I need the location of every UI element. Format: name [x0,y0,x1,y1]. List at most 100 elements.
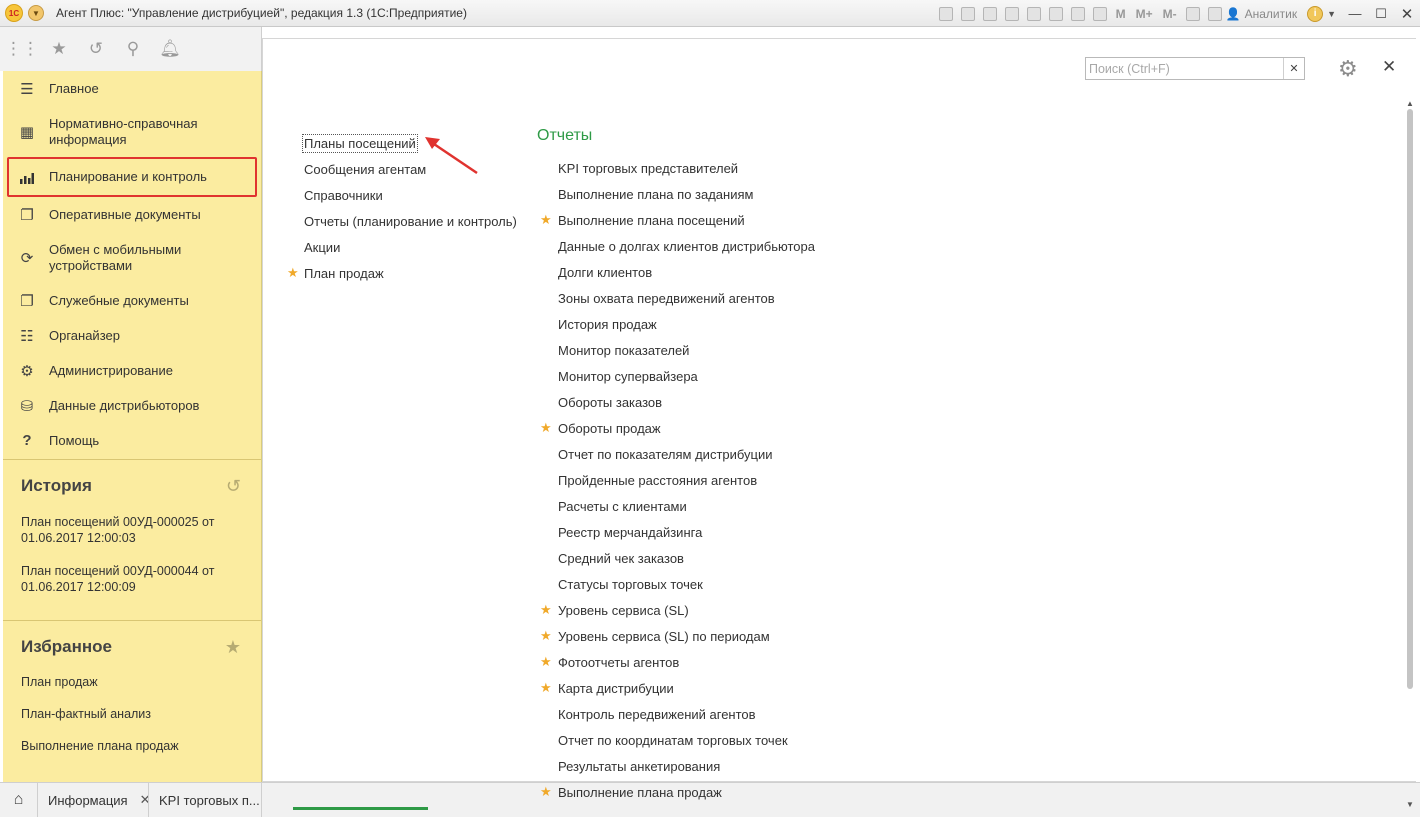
star-icon[interactable]: ★ [540,602,552,618]
save-icon[interactable] [938,6,953,21]
star-icon[interactable]: ★ [540,784,552,800]
memory-plus-button[interactable]: M+ [1136,7,1153,21]
sidebar-item-operative-docs[interactable]: ❐ Оперативные документы [3,197,261,232]
report-item[interactable]: Пройденные расстояния агентов [537,467,815,493]
history-item[interactable]: План посещений 00УД-000025 от 01.06.2017… [21,514,236,546]
zoom-icon[interactable] [1185,6,1200,21]
report-item[interactable]: Отчет по показателям дистрибуции [537,441,815,467]
settings-gear-icon[interactable]: ⚙ [1338,56,1358,82]
history-icon[interactable]: ↺ [86,39,106,59]
clear-search-button[interactable]: ✕ [1283,58,1304,79]
preview-icon[interactable] [982,6,997,21]
spreadsheet-icon[interactable] [1048,6,1063,21]
sync-icon: ⟳ [20,249,34,267]
favorite-item[interactable]: План-фактный анализ [21,707,243,721]
minimize-button[interactable]: — [1342,6,1368,21]
sidebar-item-service-docs[interactable]: ❐ Служебные документы [3,283,261,318]
vertical-scrollbar[interactable]: ▲ ▼ [1404,99,1416,809]
star-icon[interactable]: ★ [540,420,552,436]
report-item[interactable]: Средний чек заказов [537,545,815,571]
report-item[interactable]: Данные о долгах клиентов дистрибьютора [537,233,815,259]
document-icon[interactable] [1026,6,1041,21]
calendar-icon[interactable] [1070,6,1085,21]
star-icon[interactable]: ★ [540,680,552,696]
star-icon[interactable]: ★ [540,654,552,670]
info-icon[interactable]: i [1307,5,1324,22]
sidebar-item-administration[interactable]: ⚙ Администрирование [3,353,261,388]
report-item[interactable]: Долги клиентов [537,259,815,285]
report-item[interactable]: ★ Выполнение плана посещений [537,207,815,233]
report-item[interactable]: ★ Обороты продаж [537,415,815,441]
report-item[interactable]: Обороты заказов [537,389,815,415]
documents-icon: ❐ [20,206,34,224]
search-icon[interactable]: ⚲ [123,39,143,59]
report-item[interactable]: Монитор показателей [537,337,815,363]
sidebar-item-organizer[interactable]: ☷ Органайзер [3,318,261,353]
report-label: Расчеты с клиентами [558,498,687,514]
memory-minus-button[interactable]: M- [1163,7,1177,21]
sidebar-item-reference-info[interactable]: ▦ Нормативно-справочная информация [3,106,261,157]
report-item[interactable]: ★ Фотоотчеты агентов [537,649,815,675]
report-item[interactable]: Зоны охвата передвижений агентов [537,285,815,311]
report-item[interactable]: Контроль передвижений агентов [537,701,815,727]
star-icon[interactable]: ★ [540,628,552,644]
favorite-item[interactable]: Выполнение плана продаж [21,739,243,753]
memory-m-button[interactable]: M [1116,7,1126,21]
report-item[interactable]: Результаты анкетирования [537,753,815,779]
favorites-section: Избранное ★ План продаж План-фактный ана… [3,620,261,753]
report-item[interactable]: История продаж [537,311,815,337]
report-item[interactable]: Отчет по координатам торговых точек [537,727,815,753]
report-item[interactable]: Статусы торговых точек [537,571,815,597]
star-icon[interactable]: ★ [540,212,552,228]
report-item[interactable]: ★ Уровень сервиса (SL) [537,597,815,623]
sidebar-item-distributor-data[interactable]: ⛁ Данные дистрибьюторов [3,388,261,423]
search-input[interactable] [1086,58,1283,79]
report-item[interactable]: ★ Карта дистрибуции [537,675,815,701]
main-menu-button[interactable]: ▼ [28,5,44,21]
sidebar-item-label: Органайзер [49,327,120,343]
sidebar-item-mobile-exchange[interactable]: ⟳ Обмен с мобильными устройствами [3,232,261,283]
close-icon[interactable]: ✕ [140,792,148,808]
bell-icon[interactable]: 🔔︎ [159,39,181,59]
star-icon[interactable]: ★ [49,39,69,59]
report-item[interactable]: ★ Уровень сервиса (SL) по периодам [537,623,815,649]
sidebar-item-help[interactable]: ? Помощь [3,423,261,458]
report-label: Выполнение плана посещений [558,212,745,228]
report-item[interactable]: Выполнение плана по заданиям [537,181,815,207]
print-icon[interactable] [960,6,975,21]
tab-kpi[interactable]: KPI торговых п... [149,783,262,817]
home-icon[interactable]: ⌂ [0,783,38,817]
maximize-button[interactable]: ☐ [1368,6,1394,22]
scroll-thumb[interactable] [1407,109,1413,689]
link-promotions[interactable]: Акции [287,234,517,260]
tab-information[interactable]: Информация ✕ [38,783,149,817]
panel-icon[interactable] [1207,6,1222,21]
link-catalogs[interactable]: Справочники [287,182,517,208]
report-item[interactable]: Монитор супервайзера [537,363,815,389]
sidebar-item-planning[interactable]: Планирование и контроль [7,157,257,197]
calculator-icon[interactable] [1092,6,1107,21]
close-panel-button[interactable]: ✕ [1382,57,1396,77]
link-planning-reports[interactable]: Отчеты (планирование и контроль) [287,208,517,234]
star-icon[interactable]: ★ [225,637,241,658]
report-item[interactable]: KPI торговых представителей [537,155,815,181]
history-icon[interactable]: ↺ [226,476,241,497]
report-item[interactable]: ★ Выполнение плана продаж [537,779,815,805]
user-name[interactable]: Аналитик [1245,7,1297,21]
scroll-down-icon[interactable]: ▼ [1404,800,1416,809]
close-window-button[interactable]: ✕ [1394,5,1420,23]
apps-grid-icon[interactable]: ⋮⋮ [5,39,39,59]
reports-list: Отчеты KPI торговых представителей Выполн… [537,127,815,805]
favorite-item[interactable]: План продаж [21,675,243,689]
report-item[interactable]: Расчеты с клиентами [537,493,815,519]
star-icon[interactable]: ★ [287,265,299,281]
upload-icon[interactable] [1004,6,1019,21]
report-label: История продаж [558,316,657,332]
scroll-up-icon[interactable]: ▲ [1404,99,1416,108]
chevron-down-icon[interactable]: ▼ [1327,9,1336,19]
history-item[interactable]: План посещений 00УД-000044 от 01.06.2017… [21,563,236,595]
sidebar-item-main[interactable]: ☰ Главное [3,71,261,106]
link-sales-plan[interactable]: ★ План продаж [287,260,517,286]
report-label: Статусы торговых точек [558,576,703,592]
report-item[interactable]: Реестр мерчандайзинга [537,519,815,545]
